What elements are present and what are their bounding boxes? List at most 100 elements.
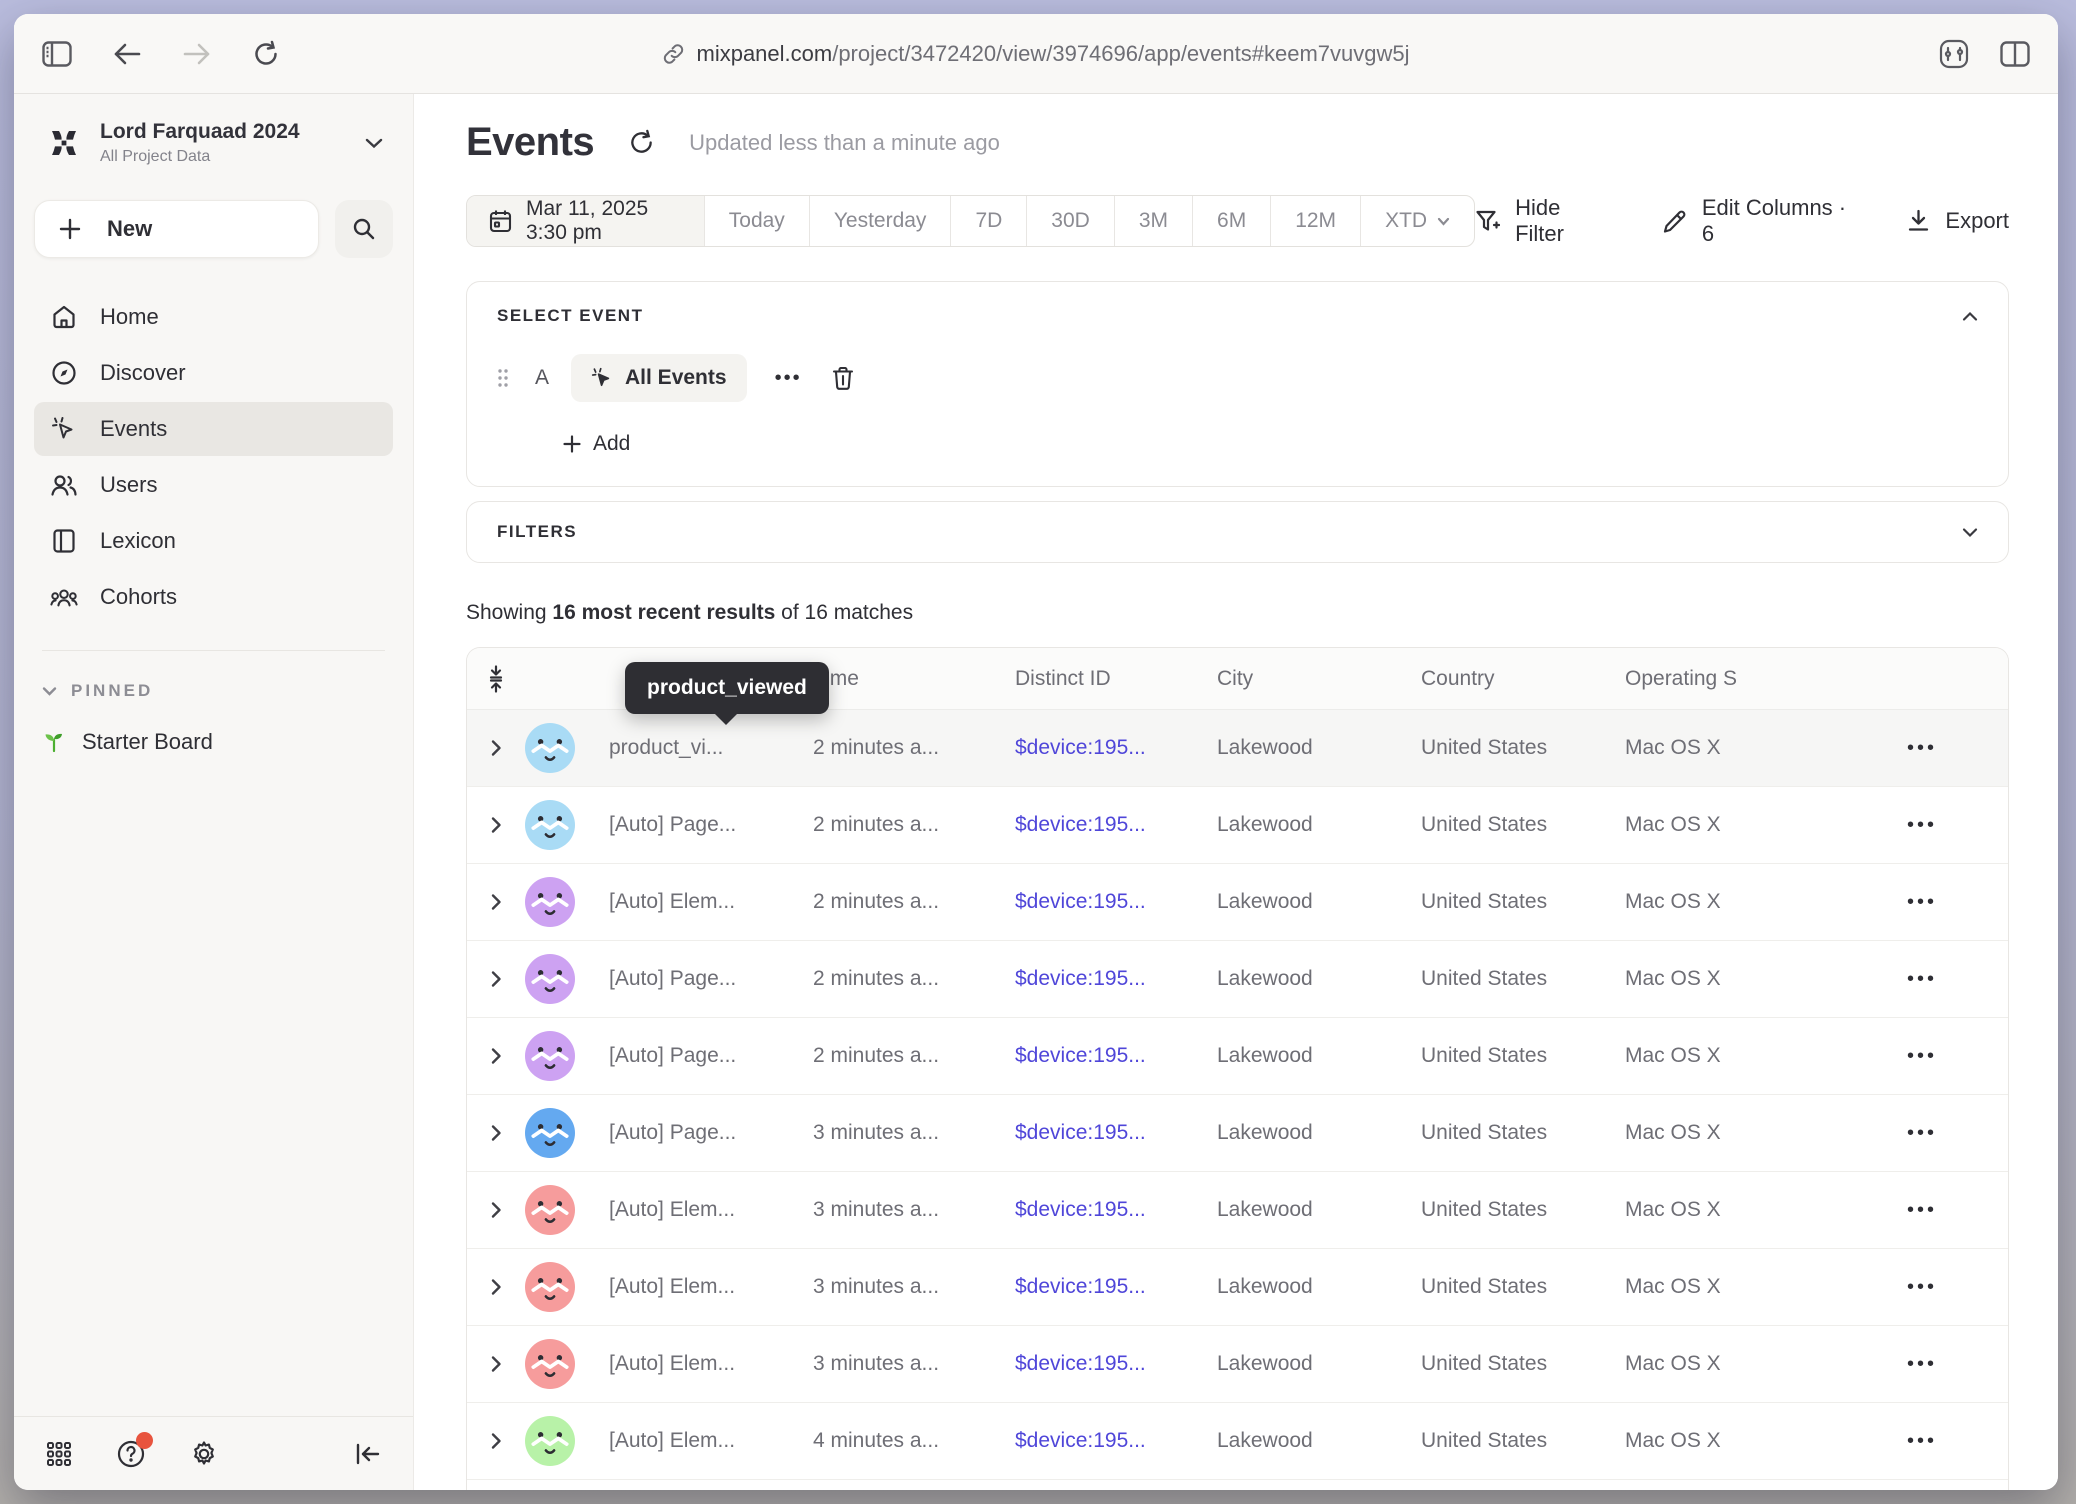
expand-row-chevron-icon[interactable] — [490, 1124, 502, 1142]
table-row[interactable]: [Auto] Elem... 4 minutes a... $device:19… — [467, 1403, 2008, 1480]
reload-button[interactable] — [252, 40, 280, 68]
expand-row-chevron-icon[interactable] — [490, 1278, 502, 1296]
cell-distinct-id-link[interactable]: $device:195... — [1015, 813, 1217, 837]
cell-country: United States — [1421, 813, 1625, 837]
settings-gear-icon[interactable] — [190, 1440, 218, 1468]
cell-distinct-id-link[interactable]: $device:195... — [1015, 1352, 1217, 1376]
cell-country: United States — [1421, 1121, 1625, 1145]
expand-row-chevron-icon[interactable] — [490, 1355, 502, 1373]
row-actions-button[interactable]: ••• — [1853, 814, 1937, 837]
column-header-city[interactable]: City — [1217, 667, 1421, 691]
cell-os: Mac OS X — [1625, 890, 1853, 914]
range-today[interactable]: Today — [704, 196, 809, 246]
split-view-icon[interactable] — [2000, 41, 2030, 67]
drag-handle-icon[interactable] — [497, 368, 509, 388]
expand-row-chevron-icon[interactable] — [490, 1047, 502, 1065]
sidebar-item-events[interactable]: Events — [34, 402, 393, 456]
help-button[interactable] — [116, 1439, 146, 1469]
expand-row-chevron-icon[interactable] — [490, 970, 502, 988]
back-button[interactable] — [112, 42, 142, 66]
cell-distinct-id-link[interactable]: $device:195... — [1015, 1198, 1217, 1222]
table-row[interactable]: [Auto] Elem... 3 minutes a... $device:19… — [467, 1249, 2008, 1326]
table-row[interactable]: [Auto] Page... 2 minutes a... $device:19… — [467, 787, 2008, 864]
refresh-icon[interactable] — [628, 129, 655, 156]
table-row[interactable]: product_vi... 2 minutes a... $device:195… — [467, 710, 2008, 787]
edit-columns-button[interactable]: Edit Columns · 6 — [1663, 195, 1850, 247]
range-6m[interactable]: 6M — [1192, 196, 1270, 246]
expand-row-chevron-icon[interactable] — [490, 893, 502, 911]
hide-filter-button[interactable]: Hide Filter — [1475, 195, 1605, 247]
table-row[interactable]: [Auto] Page... 3 minutes a... $device:19… — [467, 1095, 2008, 1172]
cell-distinct-id-link[interactable]: $device:195... — [1015, 1275, 1217, 1299]
cell-event-name: [Auto] Elem... — [609, 890, 813, 914]
browser-extensions-icon[interactable] — [1938, 39, 1970, 69]
row-actions-button[interactable]: ••• — [1853, 891, 1937, 914]
sidebar-item-users[interactable]: Users — [34, 458, 393, 512]
range-30d[interactable]: 30D — [1026, 196, 1114, 246]
expand-row-chevron-icon[interactable] — [490, 816, 502, 834]
link-icon — [662, 43, 684, 65]
row-actions-button[interactable]: ••• — [1853, 1353, 1937, 1376]
sidebar-item-lexicon[interactable]: Lexicon — [34, 514, 393, 568]
table-row[interactable]: [Auto] Page... 2 minutes a... $device:19… — [467, 941, 2008, 1018]
event-selector-pill[interactable]: All Events — [571, 354, 747, 402]
new-button[interactable]: New — [34, 200, 319, 258]
chevron-down-icon[interactable] — [1962, 527, 1978, 538]
range-7d[interactable]: 7D — [950, 196, 1026, 246]
search-button[interactable] — [335, 200, 393, 258]
row-actions-button[interactable]: ••• — [1853, 1122, 1937, 1145]
column-header-distinct-id[interactable]: Distinct ID — [1015, 667, 1217, 691]
forward-button[interactable] — [182, 42, 212, 66]
browser-sidebar-toggle-icon[interactable] — [42, 41, 72, 67]
date-picker[interactable]: Mar 11, 2025 3:30 pm — [467, 196, 704, 246]
sidebar-item-home[interactable]: Home — [34, 290, 393, 344]
column-header-country[interactable]: Country — [1421, 667, 1625, 691]
range-xtd-dropdown[interactable]: XTD — [1360, 196, 1474, 246]
cell-distinct-id-link[interactable]: $device:195... — [1015, 1044, 1217, 1068]
range-3m[interactable]: 3M — [1114, 196, 1192, 246]
sidebar-item-starter-board[interactable]: Starter Board — [42, 729, 385, 755]
collapse-sidebar-icon[interactable] — [355, 1442, 381, 1466]
table-row[interactable]: [Auto] Elem... 3 minutes a... $device:19… — [467, 1326, 2008, 1403]
click-cursor-icon — [591, 367, 613, 389]
event-tooltip: product_viewed — [625, 662, 829, 714]
cell-distinct-id-link[interactable]: $device:195... — [1015, 736, 1217, 760]
project-switcher[interactable]: Lord Farquaad 2024 All Project Data — [34, 116, 393, 170]
table-row[interactable]: [Auto] Elem... 3 minutes a... $device:19… — [467, 1172, 2008, 1249]
export-button[interactable]: Export — [1907, 208, 2009, 234]
cell-distinct-id-link[interactable]: $device:195... — [1015, 967, 1217, 991]
expand-row-chevron-icon[interactable] — [490, 1201, 502, 1219]
chevron-up-icon[interactable] — [1962, 311, 1978, 322]
expand-row-chevron-icon[interactable] — [490, 1432, 502, 1450]
table-row[interactable]: [Auto] Page... 2 minutes a... $device:19… — [467, 1018, 2008, 1095]
row-actions-button[interactable]: ••• — [1853, 737, 1937, 760]
apps-grid-icon[interactable] — [46, 1441, 72, 1467]
add-event-button[interactable]: Add — [563, 432, 1978, 456]
cell-distinct-id-link[interactable]: $device:195... — [1015, 1429, 1217, 1453]
column-header-time[interactable]: Time — [813, 667, 1015, 691]
column-header-os[interactable]: Operating S — [1625, 667, 1853, 691]
range-12m[interactable]: 12M — [1270, 196, 1360, 246]
book-icon — [50, 528, 78, 554]
expand-row-chevron-icon[interactable] — [490, 739, 502, 757]
range-yesterday[interactable]: Yesterday — [809, 196, 951, 246]
row-actions-button[interactable]: ••• — [1853, 1199, 1937, 1222]
sidebar-item-cohorts[interactable]: Cohorts — [34, 570, 393, 624]
cell-distinct-id-link[interactable]: $device:195... — [1015, 1121, 1217, 1145]
sort-icon[interactable] — [487, 665, 505, 693]
table-row[interactable]: ••• — [467, 1480, 2008, 1490]
row-actions-button[interactable]: ••• — [1853, 968, 1937, 991]
trash-icon[interactable] — [832, 366, 854, 390]
address-bar[interactable]: mixpanel.com/project/3472420/view/397469… — [662, 41, 1409, 67]
row-actions-button[interactable]: ••• — [1853, 1276, 1937, 1299]
cell-distinct-id-link[interactable]: $device:195... — [1015, 890, 1217, 914]
table-row[interactable]: [Auto] Elem... 2 minutes a... $device:19… — [467, 864, 2008, 941]
pinned-section-toggle[interactable]: PINNED — [42, 681, 385, 701]
click-cursor-icon — [50, 416, 78, 442]
row-actions-button[interactable]: ••• — [1853, 1045, 1937, 1068]
browser-toolbar: mixpanel.com/project/3472420/view/397469… — [14, 14, 2058, 94]
event-more-button[interactable]: ••• — [775, 367, 802, 390]
row-actions-button[interactable]: ••• — [1853, 1430, 1937, 1453]
sidebar-nav: Home Discover — [34, 290, 393, 624]
sidebar-item-discover[interactable]: Discover — [34, 346, 393, 400]
